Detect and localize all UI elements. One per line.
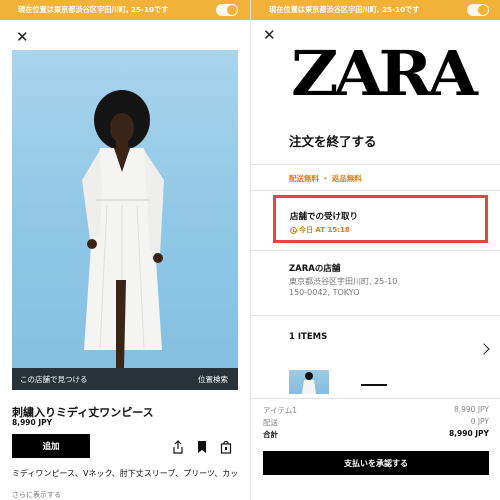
store-address: 東京都渋谷区宇田川町, 25-10 150-0042, TOKYO (289, 276, 397, 298)
items-count: 1 ITEMS (289, 332, 328, 342)
bookmark-icon[interactable] (196, 440, 208, 454)
divider (251, 315, 500, 316)
pickup-time: 今日 AT 15:18 (290, 225, 350, 235)
pickup-option[interactable]: 店舗での受け取り 今日 AT 15:18 (273, 195, 488, 243)
checkout-screen: 現在位置は東京都渋谷区宇田川町, 25-10です ✕ ZARA 注文を終了する … (250, 0, 500, 500)
shipping-note: 配送無料 ・ 返品無料 (289, 174, 362, 183)
location-search-link[interactable]: 位置検索 (198, 374, 228, 385)
summary-row-items: アイテム1 8,990 JPY (263, 405, 489, 416)
divider (251, 164, 500, 165)
summary-value: 8,990 JPY (453, 405, 489, 414)
store-address-line2: 150-0042, TOKYO (289, 288, 360, 297)
summary-row-total: 合計 8,990 JPY (263, 429, 489, 440)
location-toggle[interactable] (216, 4, 238, 16)
item-thumbnail-figure (302, 372, 316, 394)
store-address-line1: 東京都渋谷区宇田川町, 25-10 (289, 277, 398, 286)
store-bar: この店舗で見つける 位置検索 (12, 368, 238, 390)
share-icon[interactable] (172, 440, 184, 454)
model-figure (82, 90, 164, 368)
summary-value: 8,990 JPY (448, 429, 489, 438)
divider (251, 190, 500, 191)
summary-value: 0 JPY (470, 417, 489, 426)
close-icon[interactable]: ✕ (16, 30, 30, 45)
location-banner: 現在位置は東京都渋谷区宇田川町, 25-10です (251, 0, 500, 20)
confirm-payment-button[interactable]: 支払いを承認する (263, 451, 489, 475)
brand-logo: ZARA (291, 37, 478, 110)
pickup-title: 店舗での受け取り (290, 212, 359, 222)
product-image: この店舗で見つける 位置検索 (12, 50, 238, 390)
location-banner-text: 現在位置は東京都渋谷区宇田川町, 25-10です (269, 5, 420, 14)
location-banner-text: 現在位置は東京都渋谷区宇田川町, 25-10です (18, 5, 169, 14)
location-banner: 現在位置は東京都渋谷区宇田川町, 25-10です (0, 0, 250, 20)
store-name: ZARAの店舗 (289, 264, 341, 274)
add-button[interactable]: 追加 (12, 434, 90, 458)
summary-label: 配送 (263, 418, 278, 427)
find-in-store-link[interactable]: この店舗で見つける (20, 374, 88, 385)
divider (251, 250, 500, 251)
location-toggle[interactable] (467, 4, 489, 16)
product-screen: 現在位置は東京都渋谷区宇田川町, 25-10です ✕ この店舗で見つける 位置検… (0, 0, 250, 500)
clock-icon (290, 226, 297, 234)
carousel-indicator (361, 384, 387, 386)
close-icon[interactable]: ✕ (263, 28, 277, 43)
product-price: 8,990 JPY (12, 418, 53, 427)
product-description: ミディワンピース、Vネック、肘下丈スリーブ、プリーツ、カットワーク刺繍ディテール… (12, 469, 240, 478)
bag-icon[interactable] (220, 440, 232, 454)
divider (251, 398, 500, 399)
summary-row-shipping: 配送 0 JPY (263, 417, 489, 428)
page-title: 注文を終了する (289, 134, 377, 149)
chevron-right-icon[interactable] (478, 343, 490, 355)
show-more-link[interactable]: さらに表示する (12, 490, 61, 500)
pickup-time-text: 今日 AT 15:18 (299, 226, 350, 234)
summary-label: アイテム1 (263, 406, 298, 415)
item-thumbnail[interactable] (289, 370, 329, 394)
summary-label: 合計 (263, 430, 278, 439)
